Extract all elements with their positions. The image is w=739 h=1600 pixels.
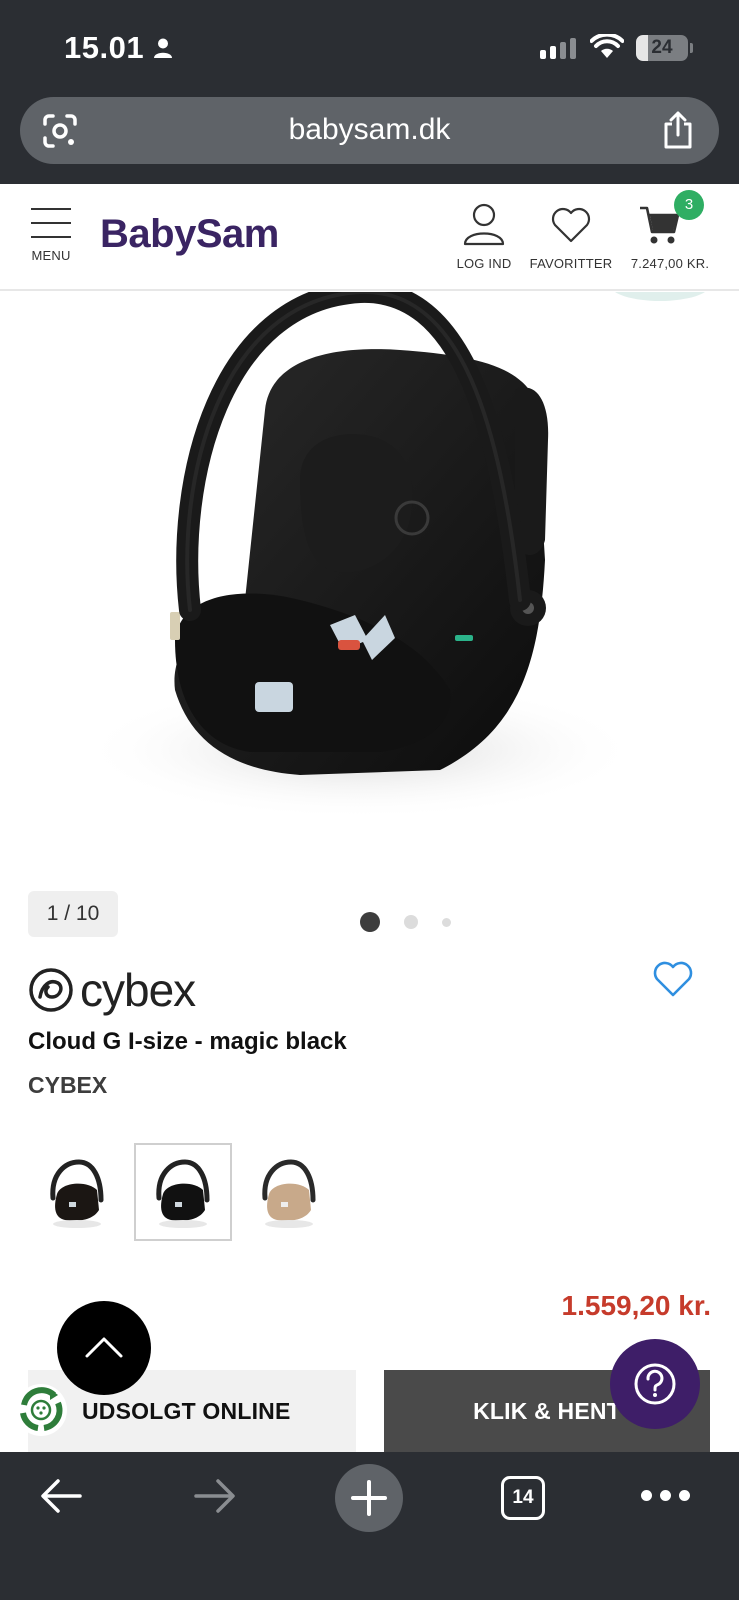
- forward-arrow-icon[interactable]: [192, 1476, 238, 1516]
- variant-swatch-magic-black[interactable]: [134, 1143, 232, 1241]
- tab-switcher-button[interactable]: 14: [501, 1476, 545, 1520]
- more-options-icon[interactable]: [641, 1490, 690, 1501]
- battery-tip: [690, 43, 693, 53]
- person-icon: [154, 38, 173, 58]
- url-text: babysam.dk: [288, 113, 451, 146]
- question-icon: [634, 1363, 676, 1405]
- scroll-to-top-button[interactable]: [57, 1301, 151, 1395]
- login-button[interactable]: LOG IND: [452, 202, 516, 271]
- battery-level: 24: [651, 37, 673, 58]
- heart-icon: [551, 207, 591, 243]
- variant-swatch-black[interactable]: [28, 1143, 126, 1241]
- favorites-button[interactable]: FAVORITTER: [528, 206, 614, 271]
- product-image[interactable]: [0, 292, 739, 852]
- variant-black-image: [50, 1159, 104, 1228]
- variant-magic-black-image: [156, 1159, 210, 1228]
- product-title: Cloud G I-size - magic black: [28, 1028, 347, 1055]
- gallery-dot[interactable]: [360, 912, 380, 932]
- help-button[interactable]: [610, 1339, 700, 1429]
- babysam-logo[interactable]: BabySam: [100, 212, 279, 257]
- share-icon[interactable]: [661, 110, 695, 150]
- product-brand[interactable]: CYBEX: [28, 1072, 107, 1099]
- gallery-dot[interactable]: [442, 917, 451, 927]
- variant-list: [28, 1143, 338, 1241]
- gallery-dot[interactable]: [404, 915, 418, 929]
- page: 15.01 24 babysam.dk MENU BabySam LOG IND…: [0, 0, 739, 1600]
- image-counter: 1 / 10: [28, 891, 118, 937]
- login-label: LOG IND: [456, 256, 512, 271]
- variant-swatch-beige[interactable]: [240, 1143, 338, 1241]
- hamburger-icon: [31, 208, 71, 238]
- browser-bottom-toolbar: 14: [0, 1452, 739, 1600]
- battery-indicator: 24: [636, 35, 688, 61]
- plus-icon: [351, 1480, 387, 1516]
- brand-logo-text: cybex: [80, 964, 196, 1016]
- address-bar[interactable]: babysam.dk: [20, 97, 719, 164]
- cart-count-badge: 3: [674, 190, 704, 220]
- soldout-online-label: UDSOLGT ONLINE: [82, 1398, 291, 1424]
- new-tab-button[interactable]: [335, 1464, 403, 1532]
- gallery-dots[interactable]: [360, 912, 451, 932]
- back-arrow-icon[interactable]: [38, 1476, 84, 1516]
- menu-label: MENU: [31, 248, 71, 263]
- cybex-logo-icon: [29, 968, 73, 1012]
- product-price: 1.559,20 kr.: [561, 1290, 711, 1321]
- chevron-up-icon: [85, 1337, 123, 1358]
- status-clock: 15.01: [64, 30, 174, 66]
- status-time-text: 15.01: [64, 30, 145, 65]
- brand-logo[interactable]: cybex: [28, 962, 218, 1018]
- favorites-label: FAVORITTER: [529, 256, 613, 271]
- variant-beige-image: [262, 1159, 316, 1228]
- menu-button[interactable]: MENU: [24, 206, 78, 278]
- cellular-signal-icon: [540, 38, 576, 59]
- wifi-icon: [590, 34, 624, 58]
- cart-total: 7.247,00 KR.: [630, 256, 710, 271]
- browser-top-bar: 15.01 24 babysam.dk: [0, 0, 739, 184]
- user-icon: [463, 203, 505, 246]
- wishlist-heart-icon[interactable]: [652, 960, 694, 998]
- cart-button[interactable]: 3 7.247,00 KR.: [628, 190, 712, 271]
- site-header: MENU BabySam LOG IND FAVORITTER 3 7.247,…: [0, 184, 739, 291]
